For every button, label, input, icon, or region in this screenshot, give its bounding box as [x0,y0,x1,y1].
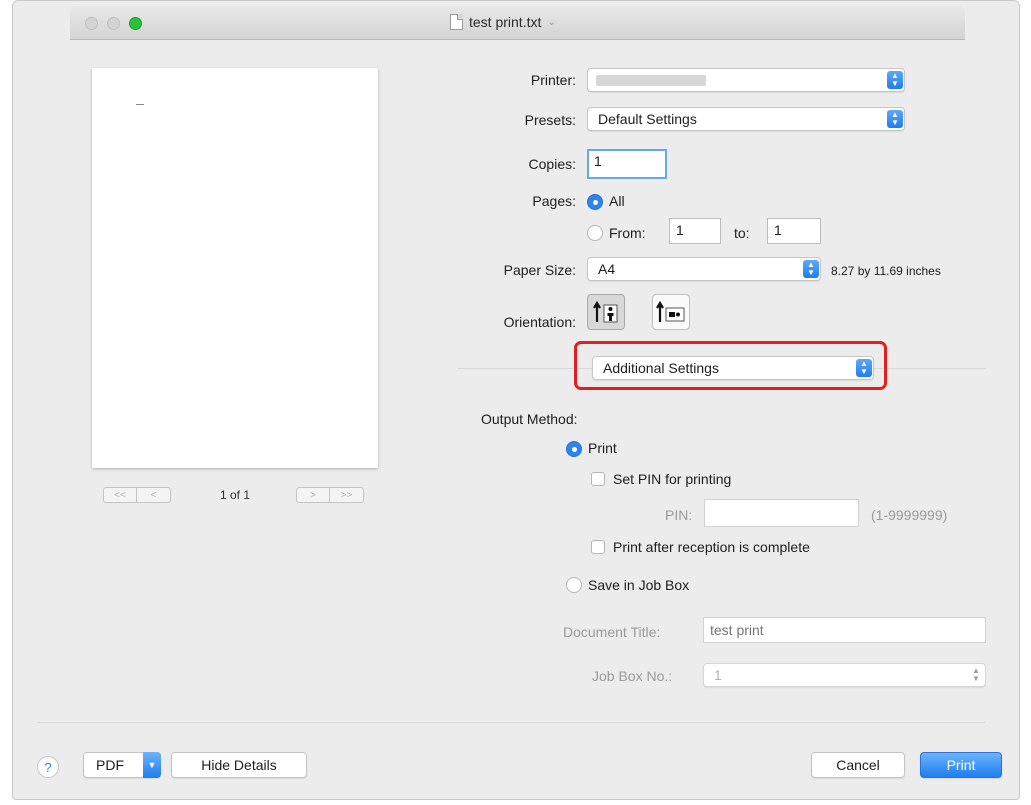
orientation-label: Orientation: [503,314,576,330]
footer-separator [37,722,985,723]
paper-size-dimensions: 8.27 by 11.69 inches [831,264,941,278]
previous-page-button[interactable]: < [137,487,171,503]
printer-label: Printer: [530,72,576,88]
copies-label: Copies: [528,156,576,172]
set-pin-label: Set PIN for printing [613,471,732,487]
orientation-portrait-button[interactable] [587,294,625,330]
window-title: test print.txt [469,14,542,30]
copies-field[interactable]: 1 [587,149,667,179]
window-title-group[interactable]: test print.txt ⌄ [450,14,556,30]
preview-text-mark [136,104,144,105]
paper-size-popup[interactable]: A4 ▲ ▼ [587,257,821,281]
landscape-icon [656,300,685,322]
presets-value: Default Settings [598,111,697,127]
pages-to-field[interactable]: 1 [767,218,821,244]
title-bar[interactable]: test print.txt ⌄ [70,6,965,40]
presets-label: Presets: [524,112,576,128]
job-box-value: 1 [714,667,722,683]
page-count: 1 of 1 [220,488,251,502]
help-button[interactable]: ? [37,756,59,778]
document-title-field[interactable] [703,617,986,643]
paper-size-label: Paper Size: [503,262,576,278]
hide-details-button[interactable]: Hide Details [171,752,307,778]
popup-arrows-icon: ▲ ▼ [972,666,980,683]
pages-from-label: From: [609,225,646,241]
print-after-reception-label: Print after reception is complete [613,539,810,555]
job-box-label: Job Box No.: [592,668,673,684]
print-button[interactable]: Print [920,752,1002,778]
output-save-job-box-label: Save in Job Box [588,577,690,593]
pager-forward-group: > >> [296,487,364,503]
output-print-radio[interactable] [566,441,582,457]
minimize-window-button[interactable] [107,17,120,30]
orientation-landscape-button[interactable] [652,294,690,330]
cancel-button[interactable]: Cancel [811,752,905,778]
pages-all-radio[interactable] [587,194,603,210]
portrait-icon [593,300,618,323]
output-save-job-box-radio[interactable] [566,577,582,593]
pages-from-field[interactable]: 1 [669,218,721,244]
pdf-label: PDF [96,757,124,773]
printer-popup[interactable]: ▲ ▼ [587,68,905,92]
output-method-label: Output Method: [481,411,578,427]
document-title-label: Document Title: [563,624,661,640]
pdf-menu-button[interactable]: PDF ▼ [83,752,161,778]
document-icon [450,14,463,30]
zoom-window-button[interactable] [129,17,142,30]
print-preview-page [92,68,378,468]
pager-back-group: << < [103,487,171,503]
pin-range: (1-9999999) [871,507,948,523]
job-box-popup[interactable]: 1 ▲ ▼ [703,663,986,687]
paper-size-value: A4 [598,261,616,277]
first-page-button[interactable]: << [103,487,137,503]
popup-arrows-icon: ▲ ▼ [887,71,903,89]
chevron-down-icon: ▼ [143,752,161,778]
popup-arrows-icon: ▲ ▼ [803,260,819,278]
set-pin-checkbox[interactable] [591,472,605,486]
output-print-label: Print [588,440,617,456]
pin-field[interactable] [704,499,859,527]
popup-arrows-icon: ▲ ▼ [856,359,872,377]
printer-name-redacted [596,75,706,86]
next-page-button[interactable]: > [296,487,330,503]
last-page-button[interactable]: >> [330,487,364,503]
pin-label: PIN: [665,507,693,523]
pages-to-label: to: [734,225,750,241]
panel-menu-value: Additional Settings [603,360,719,376]
presets-popup[interactable]: Default Settings ▲ ▼ [587,107,905,131]
pages-from-radio[interactable] [587,225,603,241]
popup-arrows-icon: ▲ ▼ [887,110,903,128]
chevron-down-icon[interactable]: ⌄ [547,17,555,28]
close-window-button[interactable] [85,17,98,30]
print-after-reception-checkbox[interactable] [591,540,605,554]
pages-all-label: All [609,193,625,209]
pages-label: Pages: [532,193,576,209]
panel-menu-popup[interactable]: Additional Settings ▲ ▼ [592,356,874,380]
